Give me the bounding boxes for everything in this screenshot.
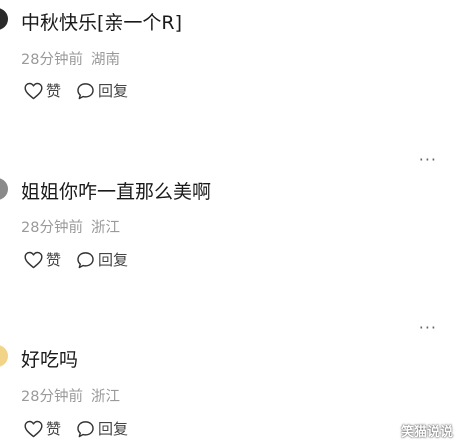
- reply-button[interactable]: 回复: [76, 81, 128, 101]
- reply-button[interactable]: 回复: [76, 250, 128, 270]
- like-label: 赞: [46, 82, 62, 100]
- speech-bubble-icon: [76, 251, 95, 269]
- heart-outline-icon: [24, 420, 43, 438]
- like-label: 赞: [46, 420, 62, 438]
- comment-actions: 赞 回复: [24, 80, 128, 102]
- avatar[interactable]: [0, 178, 8, 200]
- comment-time: 28分钟前: [21, 52, 83, 68]
- reply-label: 回复: [98, 420, 129, 438]
- more-dots-icon[interactable]: ···: [419, 320, 437, 336]
- watermark: 笑猫说说: [400, 425, 453, 440]
- like-button[interactable]: 赞: [24, 81, 61, 101]
- like-button[interactable]: 赞: [24, 250, 61, 270]
- more-dots-icon[interactable]: ···: [419, 152, 437, 168]
- comment-actions: 赞 回复: [24, 249, 128, 271]
- comment-time: 28分钟前: [21, 220, 83, 236]
- heart-outline-icon: [24, 251, 43, 269]
- avatar[interactable]: [0, 345, 8, 367]
- reply-label: 回复: [98, 82, 129, 100]
- comment-location: 浙江: [90, 389, 120, 405]
- reply-button[interactable]: 回复: [76, 419, 128, 439]
- comment-time: 28分钟前: [21, 389, 83, 405]
- comment-location: 浙江: [90, 220, 120, 236]
- like-button[interactable]: 赞: [24, 419, 61, 439]
- speech-bubble-icon: [76, 420, 95, 438]
- comment-text: 姐姐你咋一直那么美啊: [21, 181, 212, 203]
- like-label: 赞: [46, 251, 62, 269]
- comment-meta: 28分钟前 浙江: [21, 219, 120, 237]
- comment-meta: 28分钟前 湖南: [21, 51, 120, 69]
- heart-outline-icon: [24, 82, 43, 100]
- comment-location: 湖南: [90, 52, 120, 68]
- comment-meta: 28分钟前 浙江: [21, 388, 120, 406]
- reply-label: 回复: [98, 251, 129, 269]
- speech-bubble-icon: [76, 82, 95, 100]
- comment-actions: 赞 回复: [24, 418, 128, 440]
- comment-text: 好吃吗: [21, 349, 79, 371]
- comment-text: 中秋快乐[亲一个R]: [21, 12, 183, 34]
- avatar[interactable]: [0, 8, 8, 30]
